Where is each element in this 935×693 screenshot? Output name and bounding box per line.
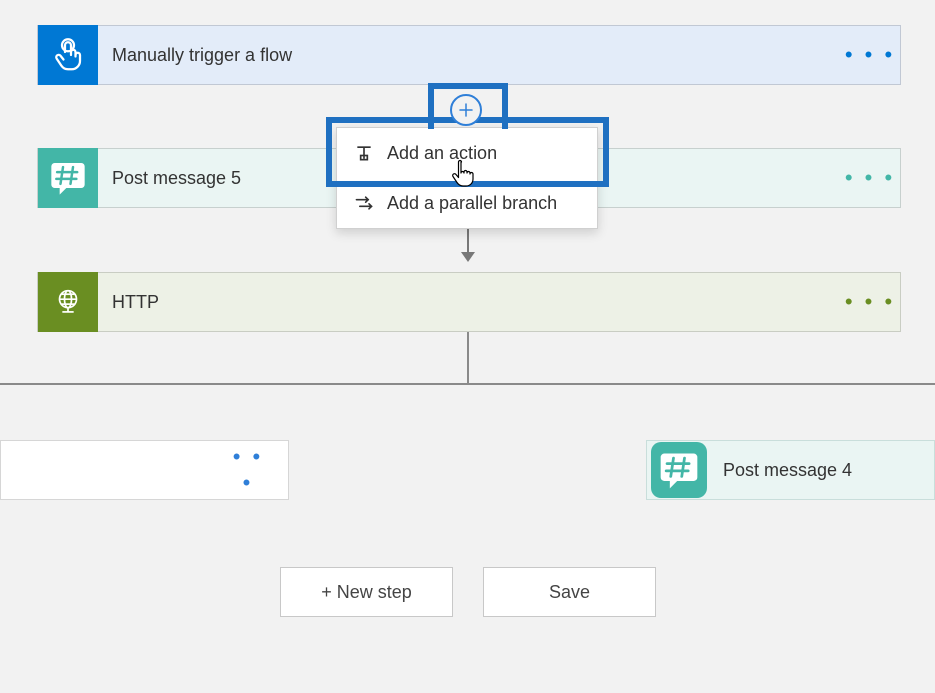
insert-menu: Add an action Add a parallel branch	[336, 127, 598, 229]
step-http-title: HTTP	[98, 292, 840, 313]
step-trigger[interactable]: Manually trigger a flow • • •	[37, 25, 901, 85]
step-http[interactable]: HTTP • • •	[37, 272, 901, 332]
insert-plus-button[interactable]	[450, 94, 482, 126]
step-post4-title: Post message 4	[709, 460, 934, 481]
parallel-branch-icon	[351, 193, 377, 213]
step-http-menu[interactable]: • • •	[840, 289, 900, 315]
add-action-icon	[351, 143, 377, 163]
slack-icon	[651, 442, 707, 498]
branch-left-card[interactable]: • • •	[0, 440, 289, 500]
branch-left-menu[interactable]: • • •	[228, 444, 288, 496]
slack-icon	[38, 148, 98, 208]
globe-icon	[38, 272, 98, 332]
menu-add-parallel-branch[interactable]: Add a parallel branch	[337, 178, 597, 228]
connector-branch-horizontal	[0, 383, 935, 385]
step-post5-menu[interactable]: • • •	[840, 165, 900, 191]
flow-designer-canvas: Manually trigger a flow • • • Post messa…	[0, 0, 935, 693]
step-trigger-title: Manually trigger a flow	[98, 45, 840, 66]
new-step-button[interactable]: + New step	[280, 567, 453, 617]
connector-trunk	[467, 332, 469, 384]
menu-add-action-label: Add an action	[387, 143, 497, 164]
tap-icon	[38, 25, 98, 85]
save-button[interactable]: Save	[483, 567, 656, 617]
save-label: Save	[549, 582, 590, 603]
menu-add-parallel-label: Add a parallel branch	[387, 193, 557, 214]
menu-add-action[interactable]: Add an action	[337, 128, 597, 178]
connector-arrow-down	[467, 228, 469, 260]
new-step-label: + New step	[321, 582, 412, 603]
step-trigger-menu[interactable]: • • •	[840, 42, 900, 68]
step-post-message-4[interactable]: Post message 4	[646, 440, 935, 500]
